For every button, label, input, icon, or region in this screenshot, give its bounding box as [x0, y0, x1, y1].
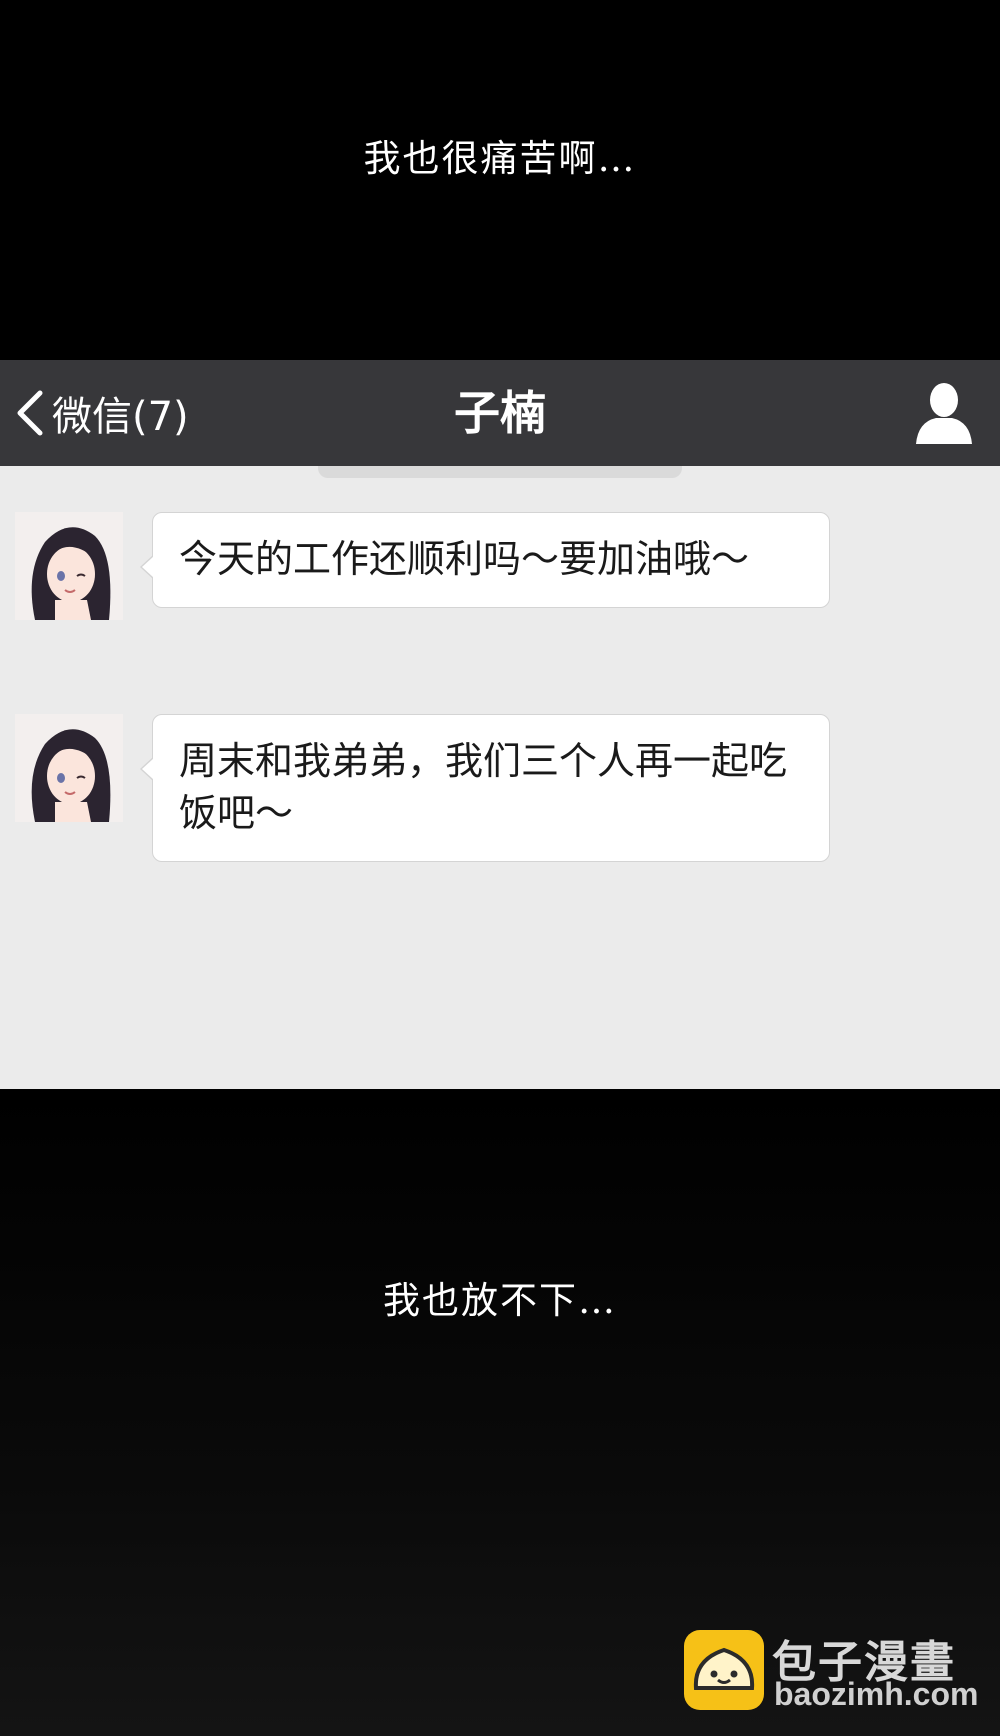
message-bubble[interactable]: 周末和我弟弟，我们三个人再一起吃饭吧～: [140, 714, 830, 862]
bottom-caption: 我也放不下…: [383, 1279, 617, 1322]
sender-avatar[interactable]: [15, 714, 123, 822]
watermark-site: baozimh.com: [774, 1676, 979, 1712]
navbar-shadow: [318, 466, 682, 478]
message-bubble[interactable]: 今天的工作还顺利吗～要加油哦～: [140, 512, 830, 608]
chat-screen: 微信(7) 子楠 今天的工作还顺利吗～要加油哦～ 周末和我弟弟，我们三个人再一起…: [0, 360, 1000, 1089]
chat-title: 子楠: [454, 386, 546, 440]
girl-avatar-icon: [15, 512, 123, 620]
sender-avatar[interactable]: [15, 512, 123, 620]
girl-avatar-icon: [15, 714, 123, 822]
user-profile-icon[interactable]: [914, 380, 974, 446]
watermark: 包子漫畫 baozimh.com: [684, 1626, 984, 1716]
bun-logo-icon: [684, 1630, 764, 1710]
top-caption: 我也很痛苦啊…: [363, 137, 637, 180]
chat-navbar: 微信(7) 子楠: [0, 360, 1000, 466]
